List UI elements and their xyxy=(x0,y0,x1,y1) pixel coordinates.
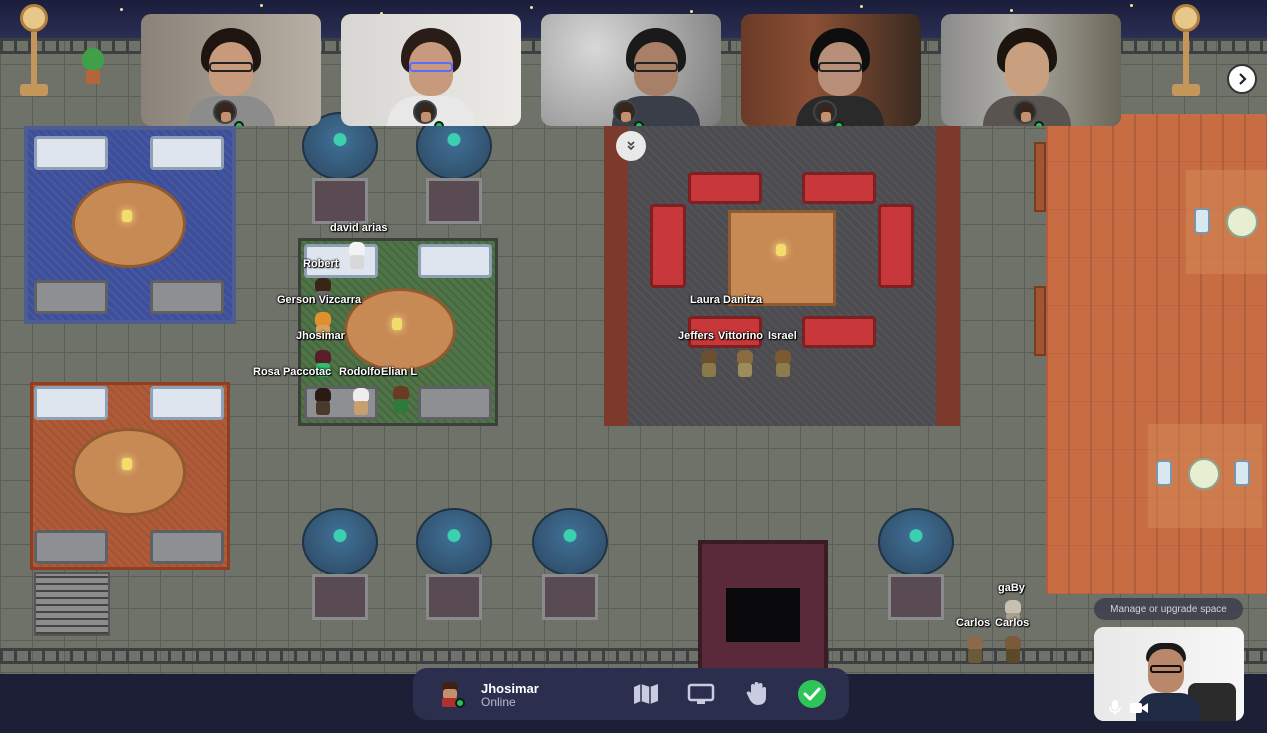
red-sofa[interactable] xyxy=(650,204,686,288)
status-button[interactable] xyxy=(797,680,827,708)
raise-hand-button[interactable] xyxy=(742,681,772,707)
player-name-label: Carlos xyxy=(995,617,1030,629)
bottom-toolbar: Jhosimar Online xyxy=(413,668,849,720)
player-name-label: david arias xyxy=(330,222,388,234)
status-check-icon xyxy=(798,680,826,708)
clock-lamp-post xyxy=(1168,2,1204,98)
map-icon xyxy=(634,684,658,704)
candle xyxy=(392,318,402,330)
video-tile-participant-4[interactable] xyxy=(741,14,921,126)
participant-avatar xyxy=(413,100,437,124)
participant-avatar xyxy=(213,100,237,124)
player-avatar[interactable] xyxy=(1002,636,1024,664)
player-name-label: Jhosimar xyxy=(296,330,345,342)
red-sofa[interactable] xyxy=(688,172,762,204)
potted-tree xyxy=(302,112,378,232)
player-name-label: Jeffers xyxy=(678,330,715,342)
deck-post xyxy=(1034,286,1046,356)
online-indicator xyxy=(834,121,844,126)
participant-avatar xyxy=(613,100,637,124)
bottom-railing xyxy=(0,648,1267,664)
player-avatar[interactable] xyxy=(734,350,756,378)
player-avatar[interactable] xyxy=(312,388,334,416)
participant-avatar xyxy=(813,100,837,124)
potted-tree xyxy=(416,112,492,232)
player-avatar[interactable] xyxy=(390,386,412,414)
double-chevron-down-icon xyxy=(627,141,635,151)
camera-icon[interactable] xyxy=(1130,699,1148,717)
white-sofa[interactable] xyxy=(150,386,224,420)
player-name-label: Robert xyxy=(303,258,339,270)
floor-vent xyxy=(34,572,110,636)
potted-tree xyxy=(302,508,378,628)
white-sofa[interactable] xyxy=(150,136,224,170)
player-name-label: gaBy xyxy=(998,582,1025,594)
user-name[interactable]: Jhosimar xyxy=(481,681,539,696)
participant-avatar xyxy=(1013,100,1037,124)
video-tile-participant-2[interactable] xyxy=(341,14,521,126)
collapse-videos-button[interactable] xyxy=(616,131,646,161)
video-tile-participant-5[interactable] xyxy=(941,14,1121,126)
potted-plant xyxy=(82,48,104,84)
online-indicator xyxy=(1034,121,1044,126)
fireplace-chimney xyxy=(698,540,828,674)
player-avatar[interactable] xyxy=(698,350,720,378)
player-name-label: Elian L xyxy=(381,366,418,378)
round-table[interactable] xyxy=(72,180,186,268)
raise-hand-icon xyxy=(746,682,766,705)
gray-sofa[interactable] xyxy=(150,530,224,564)
clock-lamp-post xyxy=(16,2,52,98)
chevron-right-icon xyxy=(1239,73,1247,85)
player-avatar[interactable] xyxy=(964,636,986,664)
potted-tree xyxy=(416,508,492,628)
player-name-label: Vittorino xyxy=(718,330,764,342)
online-indicator xyxy=(434,121,444,126)
my-avatar[interactable] xyxy=(437,680,465,708)
round-table[interactable] xyxy=(72,428,186,516)
online-indicator xyxy=(455,698,465,708)
player-avatar[interactable] xyxy=(346,242,368,270)
self-video-preview[interactable] xyxy=(1094,627,1244,721)
candle xyxy=(122,458,132,470)
gray-sofa[interactable] xyxy=(150,280,224,314)
white-sofa[interactable] xyxy=(418,244,492,278)
potted-tree xyxy=(532,508,608,628)
player-name-label: Rodolfo xyxy=(339,366,381,378)
red-sofa[interactable] xyxy=(802,316,876,348)
player-avatar[interactable] xyxy=(350,388,372,416)
white-sofa[interactable] xyxy=(34,136,108,170)
user-status[interactable]: Online xyxy=(481,695,516,709)
white-sofa[interactable] xyxy=(34,386,108,420)
screen-share-button[interactable] xyxy=(686,681,716,707)
next-videos-button[interactable] xyxy=(1227,64,1257,94)
video-tile-participant-3[interactable] xyxy=(541,14,721,126)
player-name-label: Rosa Paccotac xyxy=(253,366,332,378)
square-table[interactable] xyxy=(728,210,836,306)
red-sofa[interactable] xyxy=(878,204,914,288)
gray-sofa[interactable] xyxy=(34,280,108,314)
cafe-table-set[interactable] xyxy=(1148,424,1262,528)
gray-sofa[interactable] xyxy=(418,386,492,420)
player-name-label: Israel xyxy=(768,330,797,342)
microphone-icon[interactable] xyxy=(1106,699,1124,717)
player-name-label: Gerson Vizcarra xyxy=(277,294,362,306)
player-avatar[interactable] xyxy=(772,350,794,378)
manage-space-button[interactable]: Manage or upgrade space xyxy=(1094,598,1243,620)
red-sofa[interactable] xyxy=(802,172,876,204)
deck-post xyxy=(1034,142,1046,212)
potted-tree xyxy=(878,508,954,628)
video-tile-participant-1[interactable] xyxy=(141,14,321,126)
online-indicator xyxy=(634,121,644,126)
screen-share-icon xyxy=(687,683,715,704)
online-indicator xyxy=(234,121,244,126)
map-button[interactable] xyxy=(631,681,661,707)
player-name-label: Laura Danitza xyxy=(690,294,763,306)
cafe-table-set[interactable] xyxy=(1186,170,1267,274)
player-name-label: Carlos xyxy=(956,617,991,629)
candle xyxy=(122,210,132,222)
candle xyxy=(776,244,786,256)
gray-sofa[interactable] xyxy=(34,530,108,564)
